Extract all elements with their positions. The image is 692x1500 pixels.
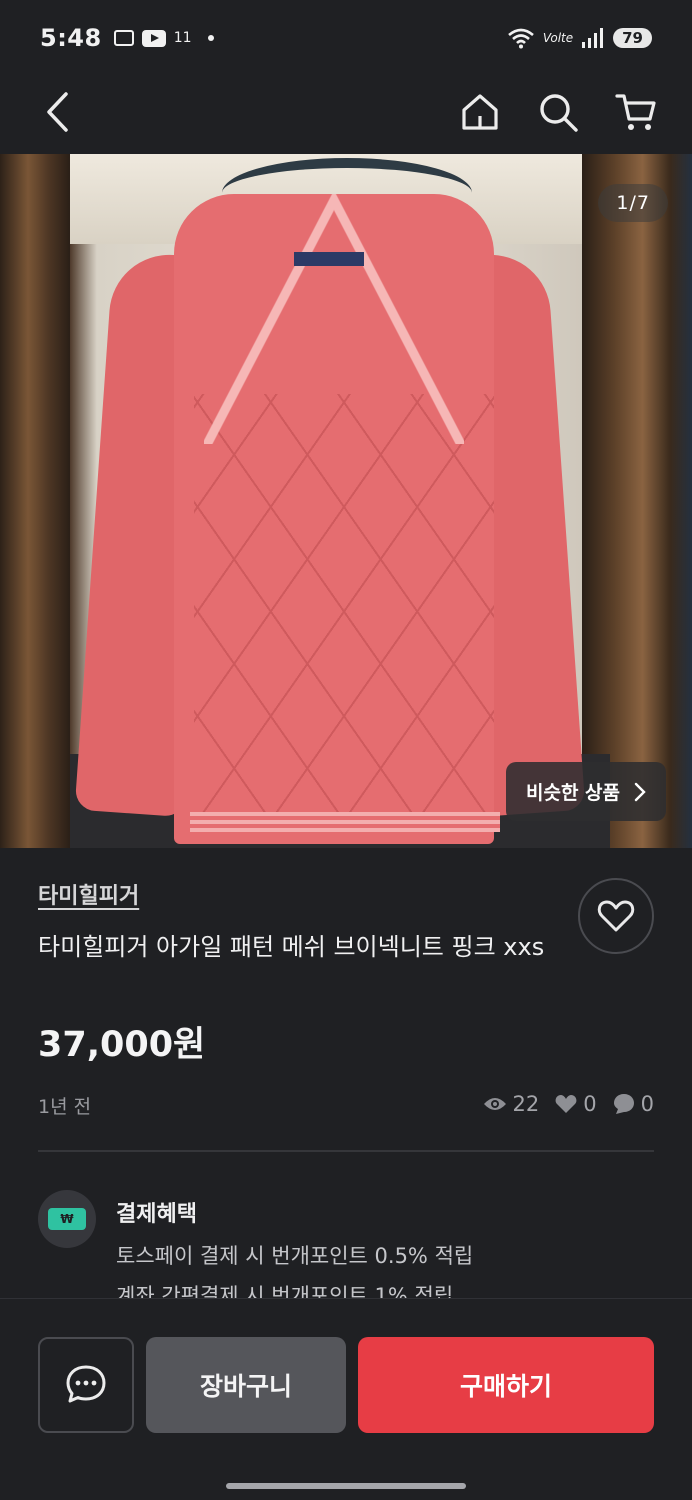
heart-icon	[555, 1095, 577, 1113]
home-icon	[462, 94, 498, 130]
posted-time: 1년 전	[38, 1096, 92, 1118]
back-button[interactable]	[30, 84, 86, 140]
wifi-icon	[508, 28, 534, 49]
sweater-argyle-pattern	[194, 394, 494, 814]
top-navigation	[0, 76, 692, 154]
similar-products-label: 비슷한 상품	[525, 782, 620, 804]
status-left-icons: 11	[113, 29, 214, 47]
product-image-gallery[interactable]: 1/7 비슷한 상품	[0, 154, 692, 848]
heart-outline-icon	[597, 900, 635, 932]
add-to-cart-button[interactable]: 장바구니	[146, 1337, 346, 1433]
chats-count: 0	[640, 1092, 654, 1116]
benefit-title: 결제혜택	[116, 1202, 197, 1227]
eye-icon	[483, 1098, 506, 1110]
signal-icon	[582, 28, 604, 48]
status-time: 5:48	[40, 24, 102, 52]
cart-button[interactable]	[608, 84, 664, 140]
home-button[interactable]	[452, 84, 508, 140]
search-button[interactable]	[530, 84, 586, 140]
sweater-hem	[190, 812, 500, 832]
status-right-icons: Volte 79	[507, 27, 652, 49]
divider	[38, 1150, 654, 1152]
cart-icon	[615, 94, 656, 130]
product-stats: 22 0 0	[475, 1092, 654, 1116]
sweater-vneck	[204, 194, 464, 444]
back-icon	[47, 92, 68, 132]
benefit-toss-pay: 토스페이 결제 시 번개포인트 0.5% 적립	[116, 1244, 474, 1268]
views-stat: 22	[483, 1092, 540, 1116]
chat-icon	[66, 1365, 106, 1403]
benefit-account-pay: 계좌 간편결제 시 번개포인트 1% 적립	[116, 1284, 454, 1300]
ticket-icon: ₩	[48, 1208, 86, 1230]
background-wood-right	[582, 154, 692, 848]
notification-dot	[207, 35, 214, 41]
product-price: 37,000원	[38, 1025, 206, 1065]
buy-button[interactable]: 구매하기	[358, 1337, 654, 1433]
background-wood-left	[0, 154, 70, 848]
chats-stat: 0	[613, 1092, 654, 1116]
screenshot-icon	[113, 30, 134, 46]
benefit-icon: ₩	[38, 1190, 96, 1248]
volte-icon: Volte	[542, 31, 574, 45]
product-title: 타미힐피거 아가일 패턴 메쉬 브이넥니트 핑크 xxs	[38, 933, 545, 961]
brand-link[interactable]: 타미힐피거	[38, 878, 139, 910]
battery-indicator: 79	[613, 28, 652, 48]
likes-count: 0	[583, 1092, 597, 1116]
home-indicator[interactable]	[226, 1483, 466, 1489]
search-icon	[540, 94, 578, 132]
chat-bubble-icon	[613, 1094, 634, 1114]
image-counter: 1/7	[598, 184, 668, 222]
11st-icon: 11	[173, 30, 192, 46]
likes-stat: 0	[555, 1092, 597, 1116]
youtube-icon	[141, 29, 166, 47]
like-button[interactable]	[578, 878, 654, 954]
product-photo-sweater	[74, 194, 586, 844]
similar-products-button[interactable]: 비슷한 상품	[505, 762, 666, 821]
status-bar: 5:48 11 Volte 79	[0, 0, 692, 76]
bottom-action-bar: 장바구니 구매하기	[0, 1298, 692, 1500]
sweater-label	[294, 252, 364, 266]
chat-button[interactable]	[38, 1337, 134, 1433]
chevron-right-icon	[634, 782, 646, 801]
views-count: 22	[512, 1092, 540, 1116]
